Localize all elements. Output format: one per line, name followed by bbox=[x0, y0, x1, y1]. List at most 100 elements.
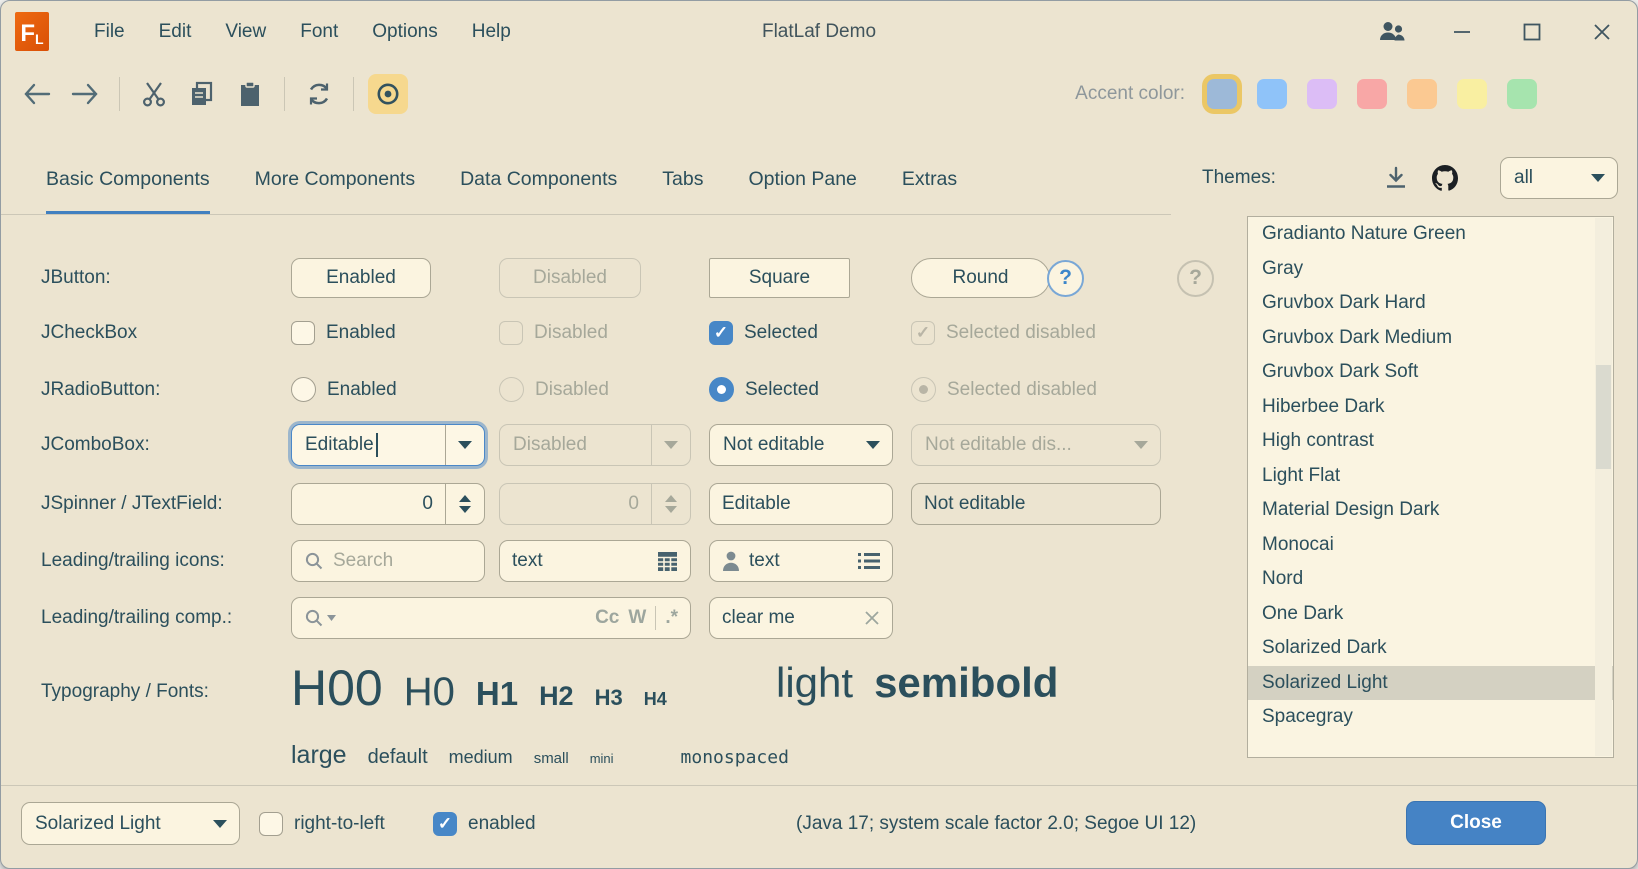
scrollbar-thumb[interactable] bbox=[1596, 365, 1611, 469]
combobox-arrow[interactable] bbox=[200, 803, 239, 844]
accent-swatch[interactable] bbox=[1407, 79, 1437, 109]
checkbox-disabled-label: Disabled bbox=[534, 322, 608, 344]
github-icon[interactable] bbox=[1430, 163, 1460, 193]
menu-item[interactable]: Options bbox=[355, 15, 454, 49]
radio-enabled[interactable] bbox=[291, 377, 316, 402]
combobox-not-editable[interactable]: Not editable bbox=[709, 424, 893, 466]
combobox-arrow[interactable] bbox=[445, 425, 484, 465]
help-button[interactable]: ? bbox=[1047, 260, 1084, 297]
whole-word-icon[interactable]: W bbox=[628, 607, 646, 629]
accent-swatch[interactable] bbox=[1257, 79, 1287, 109]
spinner[interactable]: 0 bbox=[291, 483, 485, 525]
theme-list-item[interactable]: Material Design Dark bbox=[1248, 493, 1613, 528]
theme-list-item[interactable]: Nord bbox=[1248, 562, 1613, 597]
calendar-icon[interactable] bbox=[657, 551, 678, 572]
theme-list-item[interactable]: High contrast bbox=[1248, 424, 1613, 459]
combobox-editable-value[interactable]: Editable bbox=[305, 434, 374, 456]
heading-sample: H1 bbox=[476, 675, 518, 713]
accent-swatch[interactable] bbox=[1207, 79, 1237, 109]
theme-list-items: Gradianto Nature GreenGrayGruvbox Dark H… bbox=[1248, 217, 1613, 735]
menu-item[interactable]: Edit bbox=[142, 15, 209, 49]
regex-icon[interactable]: .* bbox=[665, 607, 678, 629]
spinner-value[interactable]: 0 bbox=[292, 493, 445, 515]
clear-me-value[interactable]: clear me bbox=[722, 607, 795, 629]
theme-list-item[interactable]: Solarized Light bbox=[1248, 666, 1613, 701]
match-case-icon[interactable]: Cc bbox=[595, 607, 619, 629]
theme-list-item[interactable]: Gray bbox=[1248, 252, 1613, 287]
users-icon[interactable] bbox=[1357, 1, 1427, 63]
app-logo-icon[interactable]: FL bbox=[15, 12, 49, 51]
combobox-arrow[interactable] bbox=[1578, 158, 1617, 198]
menu-item[interactable]: View bbox=[208, 15, 283, 49]
theme-list-item[interactable]: Gradianto Nature Green bbox=[1248, 217, 1613, 252]
theme-list-item[interactable]: Spacegray bbox=[1248, 700, 1613, 735]
theme-switcher-value: Solarized Light bbox=[22, 813, 200, 835]
clear-icon[interactable] bbox=[864, 610, 880, 626]
menu-item[interactable]: Help bbox=[455, 15, 528, 49]
tab[interactable]: Tabs bbox=[662, 151, 703, 215]
text-field-calendar[interactable]: text bbox=[499, 540, 691, 582]
square-button[interactable]: Square bbox=[709, 258, 850, 298]
textfield-editable-value[interactable]: Editable bbox=[722, 493, 791, 515]
search-with-options-field[interactable]: Cc W .* bbox=[291, 597, 691, 639]
enabled-checkbox[interactable]: ✓ bbox=[433, 812, 457, 836]
paste-button[interactable] bbox=[230, 74, 270, 114]
close-window-button[interactable] bbox=[1567, 1, 1637, 63]
cut-button[interactable] bbox=[134, 74, 174, 114]
theme-list-item[interactable]: Gruvbox Dark Hard bbox=[1248, 286, 1613, 321]
tab[interactable]: Data Components bbox=[460, 151, 617, 215]
combobox-arrow bbox=[1121, 425, 1160, 465]
download-icon[interactable] bbox=[1384, 166, 1408, 190]
round-button[interactable]: Round bbox=[911, 258, 1050, 298]
size-sample: small bbox=[534, 750, 569, 767]
text-field-value[interactable]: text bbox=[749, 550, 780, 572]
textfield-editable[interactable]: Editable bbox=[709, 483, 893, 525]
search-placeholder[interactable]: Search bbox=[333, 550, 393, 572]
close-button[interactable]: Close bbox=[1406, 801, 1546, 845]
combobox-arrow[interactable] bbox=[853, 425, 892, 465]
text-field-value[interactable]: text bbox=[512, 550, 543, 572]
refresh-button[interactable] bbox=[299, 74, 339, 114]
theme-list-item[interactable]: Gruvbox Dark Soft bbox=[1248, 355, 1613, 390]
tab[interactable]: Extras bbox=[902, 151, 957, 215]
radio-selected[interactable] bbox=[709, 377, 734, 402]
maximize-button[interactable] bbox=[1497, 1, 1567, 63]
menu-item[interactable]: Font bbox=[283, 15, 355, 49]
minimize-button[interactable] bbox=[1427, 1, 1497, 63]
theme-list-scrollbar[interactable] bbox=[1595, 218, 1612, 756]
theme-list-item[interactable]: Light Flat bbox=[1248, 459, 1613, 494]
theme-switcher-combo[interactable]: Solarized Light bbox=[21, 802, 240, 845]
back-button[interactable] bbox=[17, 74, 57, 114]
accent-swatch[interactable] bbox=[1307, 79, 1337, 109]
text-field-user-list[interactable]: text bbox=[709, 540, 893, 582]
rtl-checkbox[interactable] bbox=[259, 812, 283, 836]
theme-list-item[interactable]: Gruvbox Dark Medium bbox=[1248, 321, 1613, 356]
combobox-editable[interactable]: Editable bbox=[291, 424, 485, 466]
checkbox-enabled[interactable] bbox=[291, 321, 315, 345]
theme-list-item[interactable]: Solarized Dark bbox=[1248, 631, 1613, 666]
spinner-arrows[interactable] bbox=[445, 484, 484, 524]
search-field[interactable]: Search bbox=[291, 540, 485, 582]
theme-list-item[interactable]: Hiberbee Dark bbox=[1248, 390, 1613, 425]
tab[interactable]: More Components bbox=[255, 151, 415, 215]
search-dropdown-icon[interactable] bbox=[304, 608, 336, 628]
accent-swatch[interactable] bbox=[1357, 79, 1387, 109]
window-controls bbox=[1357, 1, 1637, 63]
theme-list-item[interactable]: Monocai bbox=[1248, 528, 1613, 563]
eye-toggle-button[interactable] bbox=[368, 74, 408, 114]
forward-button[interactable] bbox=[65, 74, 105, 114]
checkbox-selected[interactable]: ✓ bbox=[709, 321, 733, 345]
accent-color-label: Accent color: bbox=[1075, 83, 1185, 105]
theme-filter-combo[interactable]: all bbox=[1500, 157, 1618, 199]
enabled-button[interactable]: Enabled bbox=[291, 258, 431, 298]
tab[interactable]: Option Pane bbox=[748, 151, 856, 215]
list-icon[interactable] bbox=[858, 552, 880, 570]
accent-swatch[interactable] bbox=[1457, 79, 1487, 109]
theme-list-item[interactable]: One Dark bbox=[1248, 597, 1613, 632]
combobox-not-editable-value: Not editable bbox=[710, 434, 853, 456]
menu-item[interactable]: File bbox=[77, 15, 142, 49]
copy-button[interactable] bbox=[182, 74, 222, 114]
tab[interactable]: Basic Components bbox=[46, 151, 210, 215]
accent-swatch[interactable] bbox=[1507, 79, 1537, 109]
clear-me-field[interactable]: clear me bbox=[709, 597, 893, 639]
